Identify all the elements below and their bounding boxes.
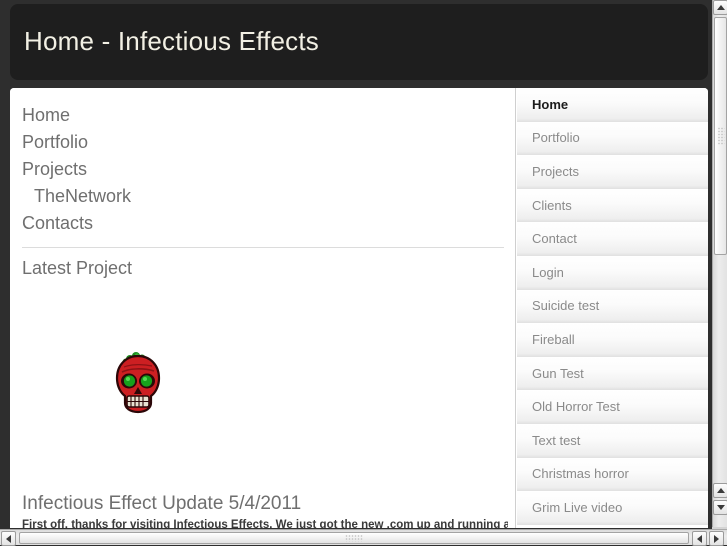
page-title: Home - Infectious Effects xyxy=(24,26,319,56)
sidebar-item-portfolio[interactable]: Portfolio xyxy=(517,121,708,156)
sidebar-item-christmas-horror[interactable]: Christmas horror xyxy=(517,457,708,492)
article-body: First off, thanks for visiting Infectiou… xyxy=(22,519,508,528)
grip-dots-icon xyxy=(717,127,724,145)
sidebar-item-contact[interactable]: Contact xyxy=(517,222,708,256)
scroll-up-button[interactable] xyxy=(713,0,727,15)
sidebar-item-text-test[interactable]: Text test xyxy=(517,423,708,458)
scroll-left-button[interactable] xyxy=(1,531,16,546)
triangle-down-icon xyxy=(716,505,725,510)
main-column: Home Portfolio Projects TheNetwork Contacts … xyxy=(10,88,516,528)
page-content: Home - Infectious Effects Home Portfolio P… xyxy=(0,0,712,531)
nav-item-home[interactable]: Home xyxy=(22,102,492,129)
nav-item-contacts[interactable]: Contacts xyxy=(22,210,492,237)
sidebar-item-fireball[interactable]: Fireball xyxy=(517,323,708,357)
site-header: Home - Infectious Effects xyxy=(10,4,708,80)
nav-item-portfolio[interactable]: Portfolio xyxy=(22,129,492,156)
sidebar-item-projects[interactable]: Projects xyxy=(517,155,708,189)
sidebar-item-login[interactable]: Login xyxy=(517,255,708,290)
browser-viewport: Home - Infectious Effects Home Portfolio P… xyxy=(0,0,727,546)
nav-item-projects[interactable]: Projects xyxy=(22,156,492,183)
horizontal-scrollbar[interactable] xyxy=(0,529,727,546)
vertical-scroll-thumb[interactable] xyxy=(714,17,727,255)
red-skull-logo-icon xyxy=(110,350,166,416)
primary-nav: Home Portfolio Projects TheNetwork Contacts xyxy=(22,102,492,237)
sidebar-item-old-horror-test[interactable]: Old Horror Test xyxy=(517,390,708,424)
triangle-left-icon xyxy=(6,534,11,543)
triangle-right-icon xyxy=(714,534,719,543)
triangle-up-icon xyxy=(716,5,725,10)
scroll-right-button[interactable] xyxy=(709,531,724,546)
article-heading: Infectious Effect Update 5/4/2011 xyxy=(22,493,302,514)
scroll-up-button-bottom[interactable] xyxy=(713,483,727,498)
sidebar-item-suicide-test[interactable]: Suicide test xyxy=(517,289,708,324)
vertical-scrollbar[interactable] xyxy=(712,0,727,531)
nav-item-thenetwork[interactable]: TheNetwork xyxy=(22,183,492,210)
scroll-left-button-end[interactable] xyxy=(692,531,707,546)
latest-project-heading: Latest Project xyxy=(22,258,133,278)
triangle-left-icon xyxy=(697,534,702,543)
sidebar-item-home[interactable]: Home xyxy=(517,88,708,122)
triangle-up-icon xyxy=(716,488,725,493)
horizontal-scroll-thumb[interactable] xyxy=(19,532,689,544)
sidebar-item-grim-live-video[interactable]: Grim Live video xyxy=(517,491,708,525)
grip-dots-icon xyxy=(345,534,363,542)
nav-divider xyxy=(22,247,504,248)
sidebar-item-clients[interactable]: Clients xyxy=(517,188,708,223)
scroll-down-button[interactable] xyxy=(713,500,727,515)
content-card: Home Portfolio Projects TheNetwork Contacts … xyxy=(10,88,708,528)
sidebar-item-gun-test[interactable]: Gun Test xyxy=(517,356,708,391)
sidebar-menu: Home Portfolio Projects Clients Contact Login… xyxy=(517,88,708,528)
